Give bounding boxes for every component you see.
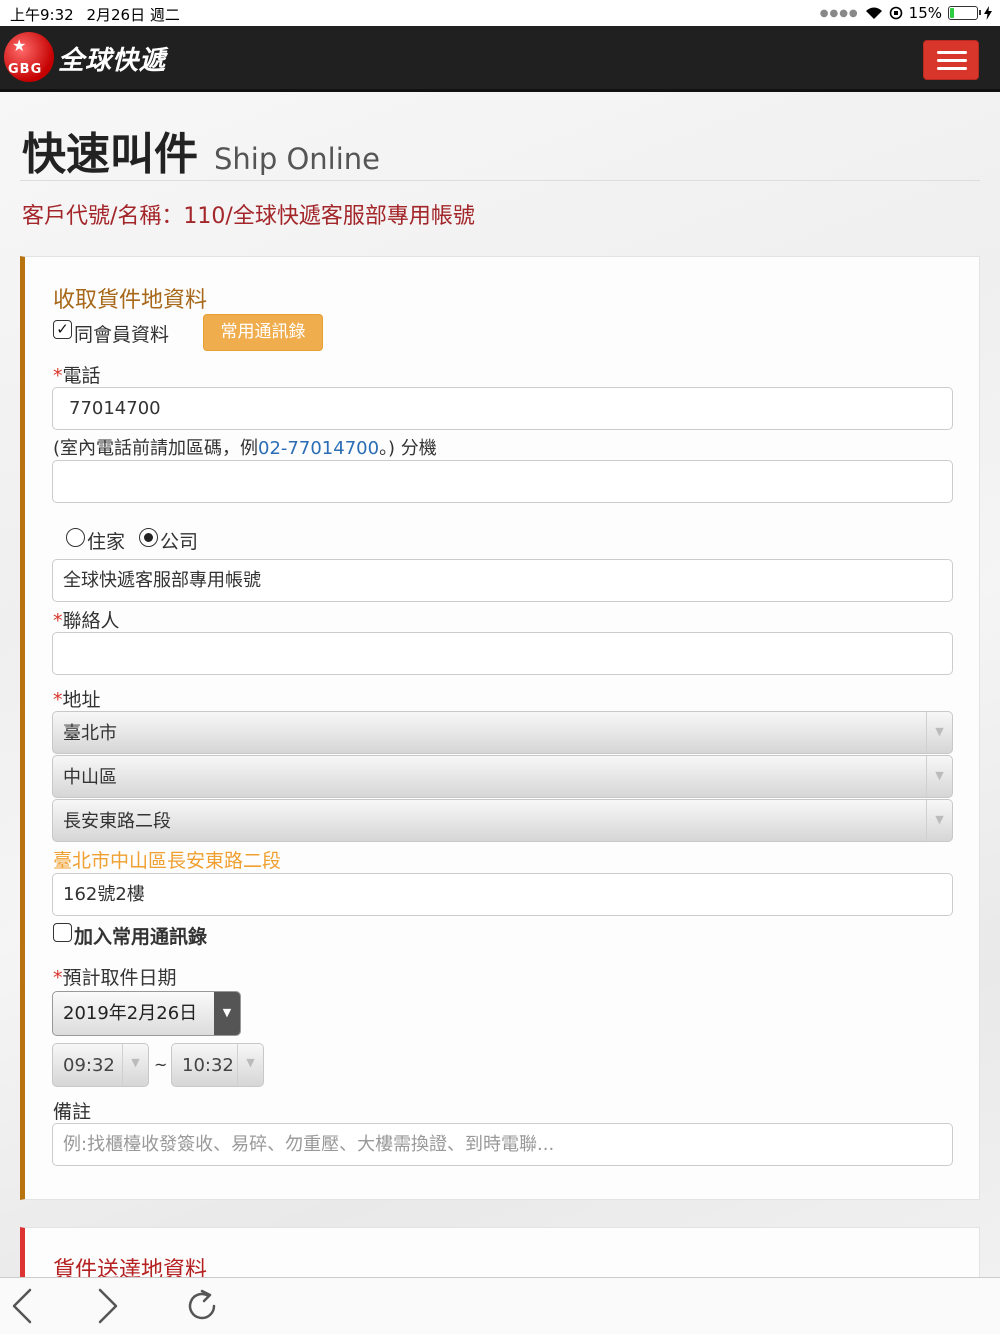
- chevron-down-icon: ▼: [926, 800, 952, 841]
- hamburger-line: [937, 67, 967, 70]
- same-as-member-label: 同會員資料: [74, 324, 170, 346]
- orientation-lock-icon: [889, 6, 902, 20]
- chevron-down-icon: ▼: [926, 712, 952, 753]
- battery-level: [950, 8, 955, 18]
- address-book-button[interactable]: 常用通訊錄: [203, 314, 323, 351]
- chevron-down-icon: ▼: [214, 992, 240, 1035]
- chevron-down-icon: ▼: [237, 1044, 263, 1086]
- phone-input[interactable]: 77014700: [52, 387, 953, 430]
- required-mark: *: [53, 689, 63, 711]
- page-title-zh: 快速叫件: [22, 129, 198, 180]
- phone-hint: (室內電話前請加區碼，例02-77014700。) 分機: [53, 434, 437, 460]
- customer-info: 客戶代號/名稱：110/全球快遞客服部專用帳號: [22, 204, 475, 229]
- wifi-icon: [865, 7, 882, 19]
- add-to-address-book-label: 加入常用通訊錄: [74, 926, 208, 948]
- chevron-down-icon: ▼: [122, 1044, 148, 1086]
- hamburger-menu-icon: [937, 51, 967, 54]
- battery-percent: 15%: [908, 4, 942, 22]
- contact-label: 聯絡人: [62, 610, 120, 632]
- pickup-section-title: 收取貨件地資料: [53, 288, 208, 313]
- notes-input[interactable]: 例:找櫃檯收發簽收、易碎、勿重壓、大樓需換證、到時電聯...: [52, 1123, 953, 1166]
- pickup-date-label: 預計取件日期: [62, 967, 177, 989]
- type-company-label: 公司: [160, 531, 199, 553]
- battery-icon: [948, 6, 981, 20]
- time-from-value: 09:32: [63, 1055, 115, 1076]
- type-home-label: 住家: [87, 531, 126, 553]
- hamburger-line: [937, 59, 967, 62]
- phone-label: 電話: [62, 365, 101, 387]
- time-from-select[interactable]: 09:32 ▼: [52, 1043, 149, 1087]
- title-divider: [20, 180, 980, 181]
- browser-toolbar: [0, 1277, 1000, 1334]
- phone-hint-prefix: (室內電話前請加區碼，例: [53, 438, 259, 459]
- pickup-date-label-wrap: *預計取件日期: [53, 963, 177, 990]
- pickup-date-select[interactable]: 2019年2月26日 ▼: [52, 991, 241, 1036]
- phone-label-wrap: *電話: [53, 361, 101, 388]
- add-to-address-book-checkbox[interactable]: [53, 923, 72, 942]
- address-label: 地址: [62, 689, 101, 711]
- status-time: 上午9:32: [10, 6, 74, 24]
- extension-input[interactable]: [52, 460, 953, 503]
- checkmark-icon: ✓: [56, 320, 69, 338]
- logo-badge: GBG: [8, 62, 43, 77]
- contact-input[interactable]: [52, 632, 953, 675]
- company-name-input[interactable]: 全球快遞客服部專用帳號: [52, 559, 953, 602]
- page-title: 快速叫件 Ship Online: [22, 118, 380, 182]
- road-select[interactable]: 長安東路二段 ▼: [52, 799, 953, 842]
- district-select[interactable]: 中山區 ▼: [52, 755, 953, 798]
- time-separator: ~: [154, 1055, 168, 1074]
- address-detail-input[interactable]: 162號2樓: [52, 873, 953, 916]
- phone-hint-example: 02-77014700: [258, 438, 380, 459]
- same-as-member-checkbox[interactable]: ✓: [53, 320, 72, 339]
- required-mark: *: [53, 365, 63, 387]
- logo-text[interactable]: 全球快遞: [58, 40, 166, 77]
- required-mark: *: [53, 967, 63, 989]
- runner-mark-icon: ★: [12, 36, 27, 55]
- contact-label-wrap: *聯絡人: [53, 606, 120, 633]
- cellular-signal-icon: ●●●●: [819, 7, 859, 19]
- status-bar: 上午9:32 2月26日 週二 ●●●● 15%: [0, 0, 1000, 26]
- district-value: 中山區: [63, 767, 117, 788]
- time-to-select[interactable]: 10:32 ▼: [171, 1043, 264, 1087]
- required-mark: *: [53, 610, 63, 632]
- page-title-en: Ship Online: [214, 142, 381, 176]
- charging-bolt-icon: [984, 6, 992, 20]
- address-label-wrap: *地址: [53, 685, 101, 712]
- reload-icon[interactable]: [182, 1286, 222, 1326]
- hamburger-menu-button[interactable]: [923, 40, 979, 80]
- back-icon[interactable]: [4, 1286, 44, 1326]
- type-company-radio[interactable]: [139, 528, 158, 547]
- city-value: 臺北市: [63, 723, 117, 744]
- chevron-down-icon: ▼: [926, 756, 952, 797]
- road-value: 長安東路二段: [63, 811, 171, 832]
- pickup-date-value: 2019年2月26日: [63, 1003, 198, 1024]
- type-home-radio[interactable]: [66, 528, 85, 547]
- app-header: ★ GBG 全球快遞: [0, 26, 1000, 92]
- time-to-value: 10:32: [182, 1055, 234, 1076]
- status-date: 2月26日 週二: [86, 6, 180, 24]
- gbg-logo-icon[interactable]: ★ GBG: [4, 32, 54, 82]
- notes-label: 備註: [53, 1101, 92, 1123]
- phone-hint-suffix: 。) 分機: [379, 438, 437, 459]
- forward-icon[interactable]: [86, 1286, 126, 1326]
- address-preview: 臺北市中山區長安東路二段: [53, 850, 282, 872]
- city-select[interactable]: 臺北市 ▼: [52, 711, 953, 754]
